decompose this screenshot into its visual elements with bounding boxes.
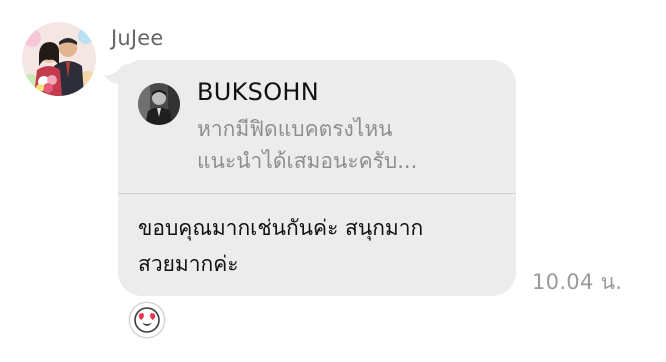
heart-eyes-emoji-icon bbox=[134, 307, 160, 333]
reply-preview[interactable]: BUKSOHN หากมีฟิดแบคตรงไหน แนะนำได้เสมอนะ… bbox=[118, 60, 516, 194]
message-text: ขอบคุณมากเช่นกันค่ะ สนุกมาก สวยมากค่ะ bbox=[138, 210, 498, 282]
message-reaction[interactable] bbox=[130, 303, 164, 337]
message-bubble[interactable]: BUKSOHN หากมีฟิดแบคตรงไหน แนะนำได้เสมอนะ… bbox=[118, 60, 516, 296]
reply-quote-line: แนะนำได้เสมอนะครับ... bbox=[197, 149, 418, 173]
reply-author-avatar bbox=[138, 83, 180, 125]
reply-avatar-photo-icon bbox=[138, 83, 180, 125]
message-text-line: สวยมากค่ะ bbox=[138, 252, 239, 276]
reply-author-name: BUKSOHN bbox=[197, 78, 319, 106]
reply-quote-text: หากมีฟิดแบคตรงไหน แนะนำได้เสมอนะครับ... bbox=[197, 113, 497, 177]
sender-name[interactable]: JuJee bbox=[111, 24, 164, 52]
sender-avatar[interactable] bbox=[22, 22, 96, 96]
message-text-line: ขอบคุณมากเช่นกันค่ะ สนุกมาก bbox=[138, 216, 424, 240]
reply-divider bbox=[118, 193, 516, 194]
reply-quote-line: หากมีฟิดแบคตรงไหน bbox=[197, 117, 393, 141]
message-timestamp: 10.04 น. bbox=[532, 270, 623, 294]
sender-avatar-photo-icon bbox=[22, 22, 96, 96]
